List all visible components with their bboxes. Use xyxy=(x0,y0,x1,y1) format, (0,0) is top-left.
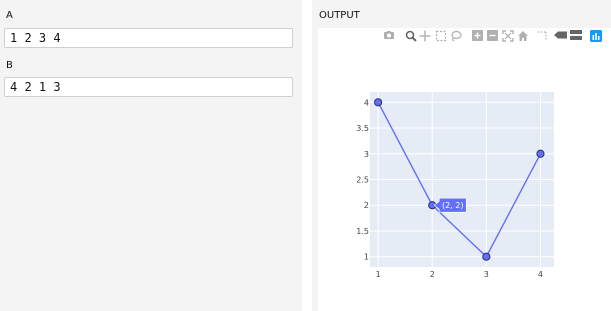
hover-tooltip-label: (2, 2) xyxy=(442,201,464,210)
data-point[interactable] xyxy=(482,252,491,261)
line-chart: 1 1.5 2 2.5 3 3.5 4 1 2 3 4 (2, 2) xyxy=(356,92,554,279)
y-tick-label: 4 xyxy=(364,98,369,107)
y-tick-label: 3 xyxy=(364,150,369,159)
data-point[interactable] xyxy=(374,98,383,107)
y-tick-label: 2.5 xyxy=(356,176,369,185)
y-tick-label: 1.5 xyxy=(356,227,369,236)
y-tick-label: 1 xyxy=(364,253,369,262)
data-point[interactable] xyxy=(536,149,545,158)
y-tick-label: 2 xyxy=(364,201,369,210)
x-tick-label: 4 xyxy=(538,270,543,279)
x-tick-label: 3 xyxy=(484,270,489,279)
x-tick-label: 1 xyxy=(376,270,381,279)
x-tick-label: 2 xyxy=(430,270,435,279)
y-tick-label: 3.5 xyxy=(356,124,369,133)
